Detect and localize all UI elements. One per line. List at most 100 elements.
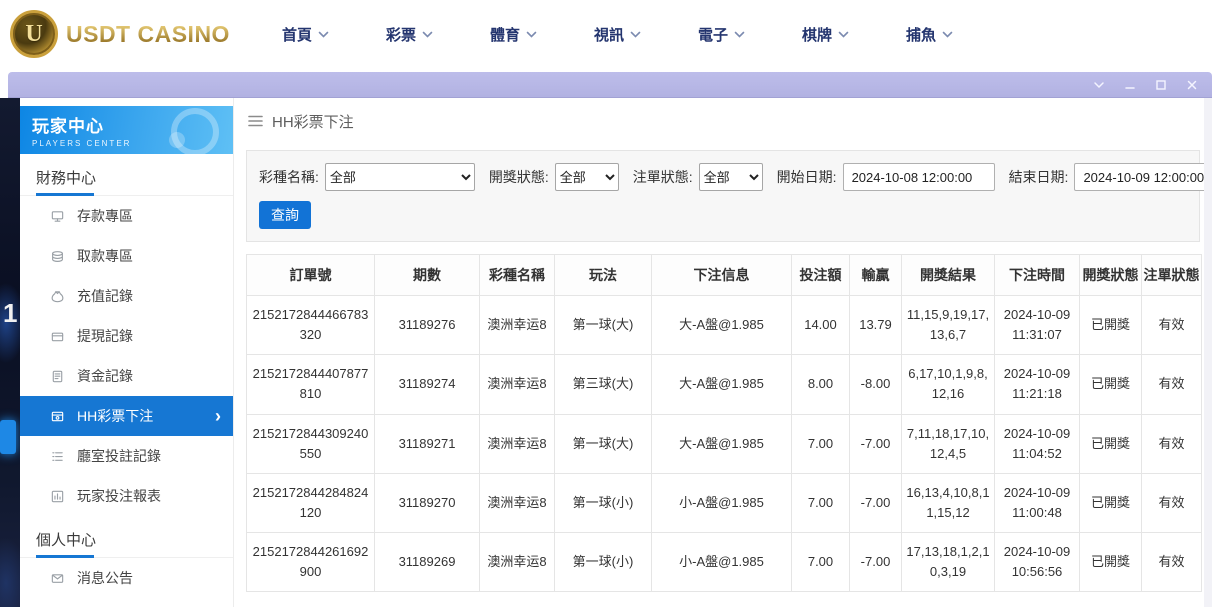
table-cell: -7.00 [850, 414, 902, 473]
sidebar-item-label: 資金記錄 [77, 366, 133, 386]
section-label-text: 財務中心 [36, 170, 96, 187]
scrollbar[interactable] [1204, 98, 1212, 607]
bet-orders-table: 訂單號期數彩種名稱玩法下注信息投注額輸贏開獎結果下注時間開獎狀態注單狀態 215… [246, 254, 1202, 592]
sidebar-item-label: 廳室投註記錄 [77, 446, 161, 466]
column-header: 投注額 [792, 255, 850, 296]
table-cell: 2152172844466783320 [247, 296, 375, 355]
table-cell: 大-A盤@1.985 [652, 355, 792, 414]
end-date-input[interactable] [1074, 163, 1212, 191]
table-cell: 7.00 [792, 414, 850, 473]
window-minimize-button[interactable] [1120, 76, 1140, 94]
section-label: 個人中心 [20, 516, 233, 558]
nav-item-label: 體育 [490, 24, 520, 45]
player-center-window: 玩家中心 PLAYERS CENTER 財務中心存款專區取款專區充值記錄提現記錄… [8, 72, 1212, 607]
sidebar-item-deposit[interactable]: 存款專區 [20, 196, 233, 236]
nav-item-5[interactable]: 棋牌 [802, 24, 849, 45]
sidebar-item-funds[interactable]: 資金記錄 [20, 356, 233, 396]
nav-item-1[interactable]: 彩票 [386, 24, 433, 45]
logo-text: USDT CASINO [66, 21, 230, 48]
sidebar-item-lottery[interactable]: HH彩票下注› [20, 396, 233, 436]
sidebar-item-message[interactable]: 消息公告 [20, 558, 233, 598]
sidebar-item-cashout[interactable]: 提現記錄 [20, 316, 233, 356]
nav-item-2[interactable]: 體育 [490, 24, 537, 45]
table-cell: 13.79 [850, 296, 902, 355]
window-maximize-button[interactable] [1151, 76, 1171, 94]
filter-draw-status: 開獎狀態:全部 [489, 163, 619, 191]
table-cell: 澳洲幸运8 [480, 473, 555, 532]
order-status-select[interactable]: 全部 [699, 163, 763, 191]
chevron-down-icon [318, 31, 329, 38]
table-cell: 31189269 [375, 533, 480, 592]
window-titlebar [8, 72, 1212, 98]
table-cell: 31189274 [375, 355, 480, 414]
sidebar: 玩家中心 PLAYERS CENTER 財務中心存款專區取款專區充值記錄提現記錄… [20, 98, 233, 607]
table-row: 215217284446678332031189276澳洲幸运8第一球(大)大-… [247, 296, 1202, 355]
table-cell: 2152172844261692900 [247, 533, 375, 592]
table-row: 215217284430924055031189271澳洲幸运8第一球(大)大-… [247, 414, 1202, 473]
filter-label: 彩種名稱: [259, 167, 319, 187]
sidebar-item-label: 玩家投注報表 [77, 486, 161, 506]
table-header-row: 訂單號期數彩種名稱玩法下注信息投注額輸贏開獎結果下注時間開獎狀態注單狀態 [247, 255, 1202, 296]
table-cell: -7.00 [850, 533, 902, 592]
sidebar-item-recharge[interactable]: 充值記錄 [20, 276, 233, 316]
table-cell: 已開獎 [1080, 296, 1142, 355]
column-header: 期數 [375, 255, 480, 296]
nav-item-0[interactable]: 首頁 [282, 24, 329, 45]
table-row: 215217284428482412031189270澳洲幸运8第一球(小)小-… [247, 473, 1202, 532]
top-navbar: U USDT CASINO 首頁 彩票 體育 視訊 電子 棋牌 捕魚 [0, 0, 1212, 68]
nav-item-3[interactable]: 視訊 [594, 24, 641, 45]
table-cell: 7,11,18,17,10,12,4,5 [902, 414, 995, 473]
sidebar-item-label: 提現記錄 [77, 326, 133, 346]
column-header: 下注時間 [995, 255, 1080, 296]
table-cell: 7.00 [792, 533, 850, 592]
sidebar-item-label: 消息公告 [77, 568, 133, 588]
table-cell: 小-A盤@1.985 [652, 473, 792, 532]
column-header: 開獎狀態 [1080, 255, 1142, 296]
sidebar-menu: 財務中心存款專區取款專區充值記錄提現記錄資金記錄 HH彩票下注› 廳室投註記錄玩家投… [20, 154, 233, 598]
table-cell: 有效 [1142, 533, 1202, 592]
search-button[interactable]: 查詢 [259, 201, 311, 229]
column-header: 彩種名稱 [480, 255, 555, 296]
table-cell: 2152172844284824120 [247, 473, 375, 532]
table-cell: 已開獎 [1080, 355, 1142, 414]
logo-emblem-icon: U [10, 10, 58, 58]
table-cell: -7.00 [850, 473, 902, 532]
table-cell: 第一球(大) [555, 296, 652, 355]
table-row: 215217284426169290031189269澳洲幸运8第一球(小)小-… [247, 533, 1202, 592]
filter-end-date: 結束日期: [1009, 163, 1212, 191]
table-cell: 2024-10-09 11:04:52 [995, 414, 1080, 473]
table-cell: 第一球(小) [555, 533, 652, 592]
sidebar-title: 玩家中心 [32, 112, 221, 137]
draw-status-select[interactable]: 全部 [555, 163, 619, 191]
nav-item-label: 捕魚 [906, 24, 936, 45]
nav-item-6[interactable]: 捕魚 [906, 24, 953, 45]
nav-item-4[interactable]: 電子 [698, 24, 745, 45]
lottery-icon [50, 409, 65, 424]
chevron-down-icon [838, 31, 849, 38]
table-cell: 11,15,9,19,17,13,6,7 [902, 296, 995, 355]
filter-lottery-name: 彩種名稱: 全部 [259, 163, 475, 191]
main-nav: 首頁 彩票 體育 視訊 電子 棋牌 捕魚 [282, 24, 953, 45]
chevron-down-icon [734, 31, 745, 38]
window-collapse-button[interactable] [1089, 76, 1109, 94]
column-header: 下注信息 [652, 255, 792, 296]
close-icon [1186, 79, 1198, 91]
sidebar-item-withdraw[interactable]: 取款專區 [20, 236, 233, 276]
sidebar-item-report[interactable]: 玩家投注報表 [20, 476, 233, 516]
active-arrow-icon: › [215, 407, 221, 425]
start-date-input[interactable] [843, 163, 995, 191]
nav-item-label: 彩票 [386, 24, 416, 45]
table-cell: 17,13,18,1,2,10,3,19 [902, 533, 995, 592]
nav-item-label: 棋牌 [802, 24, 832, 45]
lottery-name-select[interactable]: 全部 [325, 163, 475, 191]
message-icon [50, 571, 65, 586]
nav-item-label: 首頁 [282, 24, 312, 45]
filter-row: 彩種名稱:全部開獎狀態:全部注單狀態:全部開始日期:結束日期: [259, 163, 1187, 191]
window-close-button[interactable] [1182, 76, 1202, 94]
table-cell: 2024-10-09 11:31:07 [995, 296, 1080, 355]
hamburger-icon[interactable] [248, 115, 263, 127]
table-cell: 2152172844309240550 [247, 414, 375, 473]
main-panel: HH彩票下注 彩種名稱:全部開獎狀態:全部注單狀態:全部開始日期:結束日期: 查… [233, 98, 1212, 607]
column-header: 訂單號 [247, 255, 375, 296]
sidebar-item-hall[interactable]: 廳室投註記錄 [20, 436, 233, 476]
